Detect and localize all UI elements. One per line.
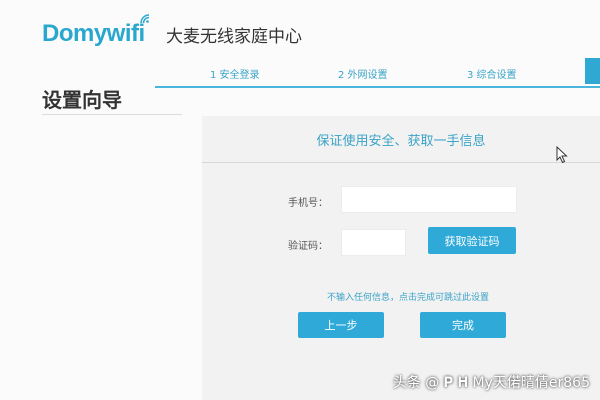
wifi-signal-icon — [139, 14, 149, 24]
card-divider — [202, 162, 600, 163]
step-security-login: 1 安全登录 — [210, 70, 260, 81]
step-wan-settings: 2 外网设置 — [338, 70, 388, 81]
brand-title: 大麦无线家庭中心 — [166, 27, 302, 47]
skip-hint: 不输入任何信息，点击完成可跳过此设置 — [326, 293, 489, 303]
page-title: 设置向导 — [42, 88, 122, 112]
wizard-steps: 1 安全登录 2 外网设置 3 综合设置 — [155, 58, 600, 88]
router-setup-page: Domywifi 大麦无线家庭中心 1 安全登录 2 外网设置 3 综合设置 设… — [0, 0, 600, 400]
logo-text: Domywifi — [42, 20, 145, 47]
card-header: 保证使用安全、获取一手信息 — [316, 133, 486, 149]
step-general-settings: 3 综合设置 — [467, 70, 517, 81]
domywifi-logo: Domywifi — [42, 14, 149, 48]
steps-divider — [155, 86, 600, 88]
watermark: 头条 @ 𝐏 𝐇 My天偌晴倩er865 — [392, 375, 590, 391]
title-divider — [42, 114, 182, 115]
previous-button[interactable]: 上一步 — [298, 312, 384, 338]
phone-label: 手机号： — [288, 198, 328, 209]
phone-input[interactable] — [341, 186, 517, 213]
get-code-button[interactable]: 获取验证码 — [428, 227, 516, 254]
mouse-cursor-icon — [556, 146, 568, 164]
step-current-badge — [585, 58, 600, 84]
verification-code-input[interactable] — [341, 229, 406, 256]
finish-button[interactable]: 完成 — [420, 312, 506, 338]
phone-binding-card: 保证使用安全、获取一手信息 手机号： 验证码： 获取验证码 不输入任何信息，点击… — [202, 116, 600, 400]
code-label: 验证码： — [288, 241, 328, 252]
